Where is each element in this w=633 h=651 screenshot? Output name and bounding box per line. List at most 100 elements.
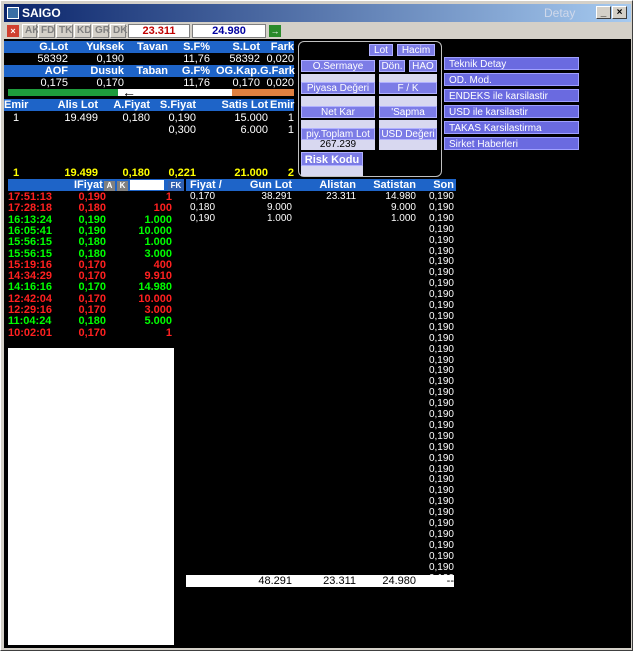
orderbook-cell: 15.000 [234,112,268,124]
net-kar-button[interactable]: Net Kar [301,106,375,118]
piyasa-degeri-value [301,96,375,106]
k-filter-button[interactable]: K [117,181,128,191]
trade-price: 0,170 [78,270,106,283]
headers1-5: Fark [270,41,294,53]
trade-lot: 14.980 [138,281,172,294]
trades-price-header: IFiyat [74,179,103,191]
headers1-0: G.Lot [39,41,68,53]
buy-pressure-bar [8,89,118,96]
trade-price: 0,180 [78,236,106,249]
headers2-5: G.Fark [260,65,295,77]
sapma-button[interactable]: 'Sapma [379,106,437,118]
headers2-0: AOF [44,65,68,77]
menu-item-4[interactable]: TAKAS Karsilastirma [444,121,579,134]
trade-time: 14:16:16 [8,281,53,294]
trade-price: 0,170 [78,304,106,316]
window-subtitle: Detay [544,6,576,20]
depth-cell: 23.311 [326,191,356,202]
tab-ak[interactable]: AK [22,24,39,38]
values2-4: 0,170 [232,77,260,89]
ask-total-field: 24.980 [192,24,266,38]
piyasa-degeri-button[interactable]: Piyasa Değeri [301,82,375,94]
piy-toplam-lot-value: 267.239 [301,140,375,150]
hao-button[interactable]: HAO [409,60,437,72]
close-icon[interactable]: × [7,25,19,37]
menu-item-0[interactable]: Teknik Detay [444,57,579,70]
depth-total: 48.291 [258,575,292,587]
orderbook-col-4: Satis Lot [221,99,268,111]
main-content: × AK FD TK KD GR DK 23.311 24.980 → G.Lot Yuks… [4,23,631,648]
a-filter-button[interactable]: A [104,181,115,191]
usd-degeri-value [379,140,437,150]
depth-col-4: Son [433,179,454,191]
minimize-button[interactable]: _ [596,6,611,19]
go-arrow-icon[interactable]: → [269,25,281,37]
usd-degeri-button[interactable]: USD Değeri [379,128,437,140]
trade-lot: 3.000 [144,247,172,260]
trade-time: 15:56:15 [8,247,53,260]
toolbar: × AK FD TK KD GR DK 23.311 24.980 → [4,23,631,39]
trade-price: 0,190 [78,191,106,203]
tab-tk[interactable]: TK [56,24,73,38]
don-button[interactable]: Dön. [379,60,405,72]
depth-col-2: Alistan [319,179,356,191]
depth-total: 23.311 [323,575,356,587]
tab-kd[interactable]: KD [74,24,91,38]
orderbook-total: 2 [287,167,294,179]
fk-filter-button[interactable]: FK [168,181,184,191]
orderbook-cell: 19.499 [64,112,98,124]
trade-time: 15:56:15 [8,236,53,249]
o-sermaye-button[interactable]: O.Sermaye [301,60,375,72]
trade-price: 0,170 [78,326,106,339]
headers2-3: G.F% [181,65,210,77]
depth-col-0: Fiyat / [190,179,222,191]
tab-gr[interactable]: GR [92,24,110,38]
values2-1: 0,170 [96,77,124,89]
trade-time: 16:05:41 [8,224,53,237]
trade-lot: 3.000 [144,304,172,316]
tab-fd[interactable]: FD [38,24,55,38]
risk-kodu-value [301,166,363,176]
fk-button[interactable]: F / K [379,82,437,94]
app-icon [7,7,19,19]
trade-time: 12:29:16 [8,304,53,316]
menu-item-1[interactable]: OD. Mod. [444,73,579,86]
orderbook-cell: 1 [287,112,294,124]
depth-cell: 1.000 [390,213,416,224]
depth-cell: 0,190 [190,213,216,224]
orderbook-col-1: Alis Lot [57,99,98,111]
filter-field[interactable] [130,180,164,190]
headers1-4: S.Lot [232,41,261,53]
trade-lot: 1.000 [144,213,172,226]
bid-total-field: 23.311 [128,24,190,38]
orderbook-col-3: S.Fiyat [159,99,196,111]
depth-col-3: Satistan [373,179,416,191]
orderbook-total: 19.499 [64,167,98,179]
risk-kodu-button[interactable]: Risk Kodu [301,152,363,166]
depth-col-1: Gun Lot [249,179,292,191]
orderbook-cell: 0,190 [168,112,196,124]
orderbook-cell: 0,180 [122,112,150,124]
menu-item-2[interactable]: ENDEKS ile karsilastir [444,89,579,102]
orderbook-col-2: A.Fiyat [113,99,150,111]
menu-item-3[interactable]: USD ile karsilastir [444,105,579,118]
title-bar[interactable]: SAIGO Detay _ × [4,4,631,22]
close-button[interactable]: × [612,6,627,19]
trade-price: 0,180 [78,202,106,215]
trade-time: 17:51:13 [8,191,53,203]
lot-button[interactable]: Lot [369,44,393,56]
tab-dk[interactable]: DK [110,24,127,38]
menu-item-5[interactable]: Sirket Haberleri [444,137,579,150]
trade-lot: 1.000 [144,236,172,249]
depth-total: 24.980 [382,575,416,587]
orderbook-cell: 6.000 [240,124,268,136]
info-panel: Lot Hacim O.Sermaye Dön. HAO Piyasa Değe… [298,41,442,177]
orderbook-col-0: Emir [4,99,29,111]
trade-price: 0,170 [78,281,106,294]
hacim-button[interactable]: Hacim [397,44,435,56]
trade-time: 12:42:04 [8,292,53,305]
headers1-2: Tavan [137,41,168,53]
application-window: SAIGO Detay _ × × AK FD TK KD GR DK 23.311 24… [0,0,633,651]
trade-price: 0,190 [78,224,106,237]
trade-time: 16:13:24 [8,213,53,226]
